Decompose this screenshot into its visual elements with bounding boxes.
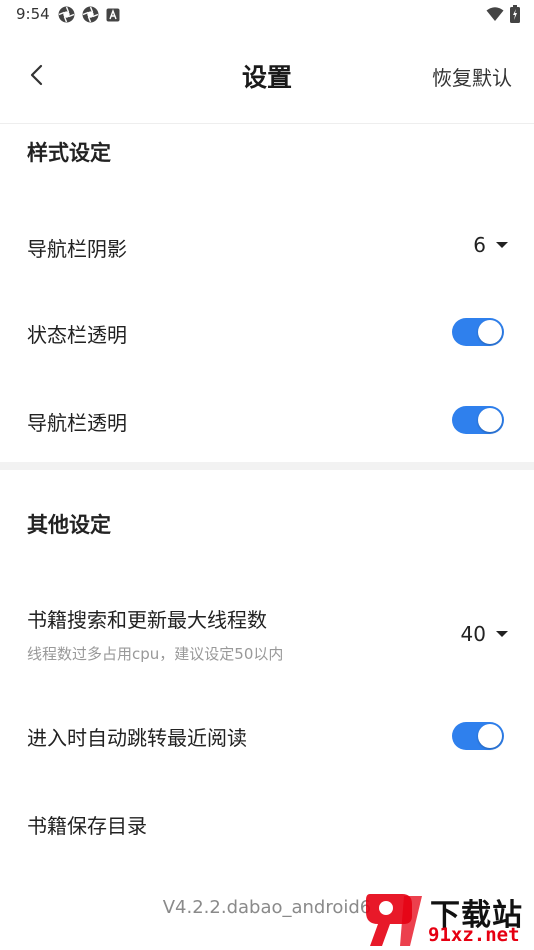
setting-row-save-dir[interactable]: 书籍保存目录 (0, 785, 534, 865)
site-watermark: 下载站 91xz.net (362, 888, 534, 950)
caret-down-icon (496, 242, 508, 248)
setting-row-nav-shadow[interactable]: 导航栏阴影 6 (0, 200, 534, 290)
setting-row-status-transparent: 状态栏透明 (0, 290, 534, 378)
restore-defaults-button[interactable]: 恢复默认 (432, 62, 512, 91)
toggle-knob (478, 320, 502, 344)
setting-label: 导航栏阴影 (27, 237, 127, 261)
setting-description: 线程数过多占用cpu，建议设定50以内 (27, 645, 284, 663)
aperture-icon (58, 6, 75, 23)
notification-icons (58, 6, 120, 23)
caret-down-icon (496, 631, 508, 637)
status-bar: 9:54 (0, 0, 534, 30)
back-button[interactable] (22, 60, 52, 90)
setting-label: 状态栏透明 (27, 323, 127, 347)
section-title-other: 其他设定 (27, 513, 111, 537)
auto-jump-toggle[interactable] (452, 722, 504, 750)
setting-label: 导航栏透明 (27, 411, 127, 435)
setting-label: 书籍搜索和更新最大线程数 (27, 608, 267, 632)
toggle-knob (478, 724, 502, 748)
chevron-left-icon (30, 64, 43, 86)
nav-shadow-dropdown[interactable]: 6 (473, 233, 508, 257)
dropdown-value: 6 (473, 233, 486, 257)
section-title-style: 样式设定 (27, 141, 111, 165)
setting-row-nav-transparent: 导航栏透明 (0, 378, 534, 462)
status-transparent-toggle[interactable] (452, 318, 504, 346)
aperture-icon (82, 6, 99, 23)
system-icons (486, 5, 520, 23)
dropdown-value: 40 (460, 622, 486, 646)
setting-row-threads[interactable]: 书籍搜索和更新最大线程数 线程数过多占用cpu，建议设定50以内 40 (0, 585, 534, 685)
setting-label: 进入时自动跳转最近阅读 (27, 726, 247, 750)
battery-icon (510, 5, 520, 23)
section-divider (0, 462, 534, 470)
wifi-icon (486, 7, 504, 21)
setting-label: 书籍保存目录 (27, 814, 147, 838)
watermark-url: 91xz.net (428, 924, 520, 946)
setting-row-auto-jump: 进入时自动跳转最近阅读 (0, 695, 534, 779)
nav-transparent-toggle[interactable] (452, 406, 504, 434)
toggle-knob (478, 408, 502, 432)
font-a-icon (106, 8, 120, 21)
status-time: 9:54 (16, 5, 50, 23)
app-bar: 设置 恢复默认 (0, 30, 534, 124)
watermark-logo-icon (366, 894, 422, 946)
threads-dropdown[interactable]: 40 (461, 622, 508, 646)
